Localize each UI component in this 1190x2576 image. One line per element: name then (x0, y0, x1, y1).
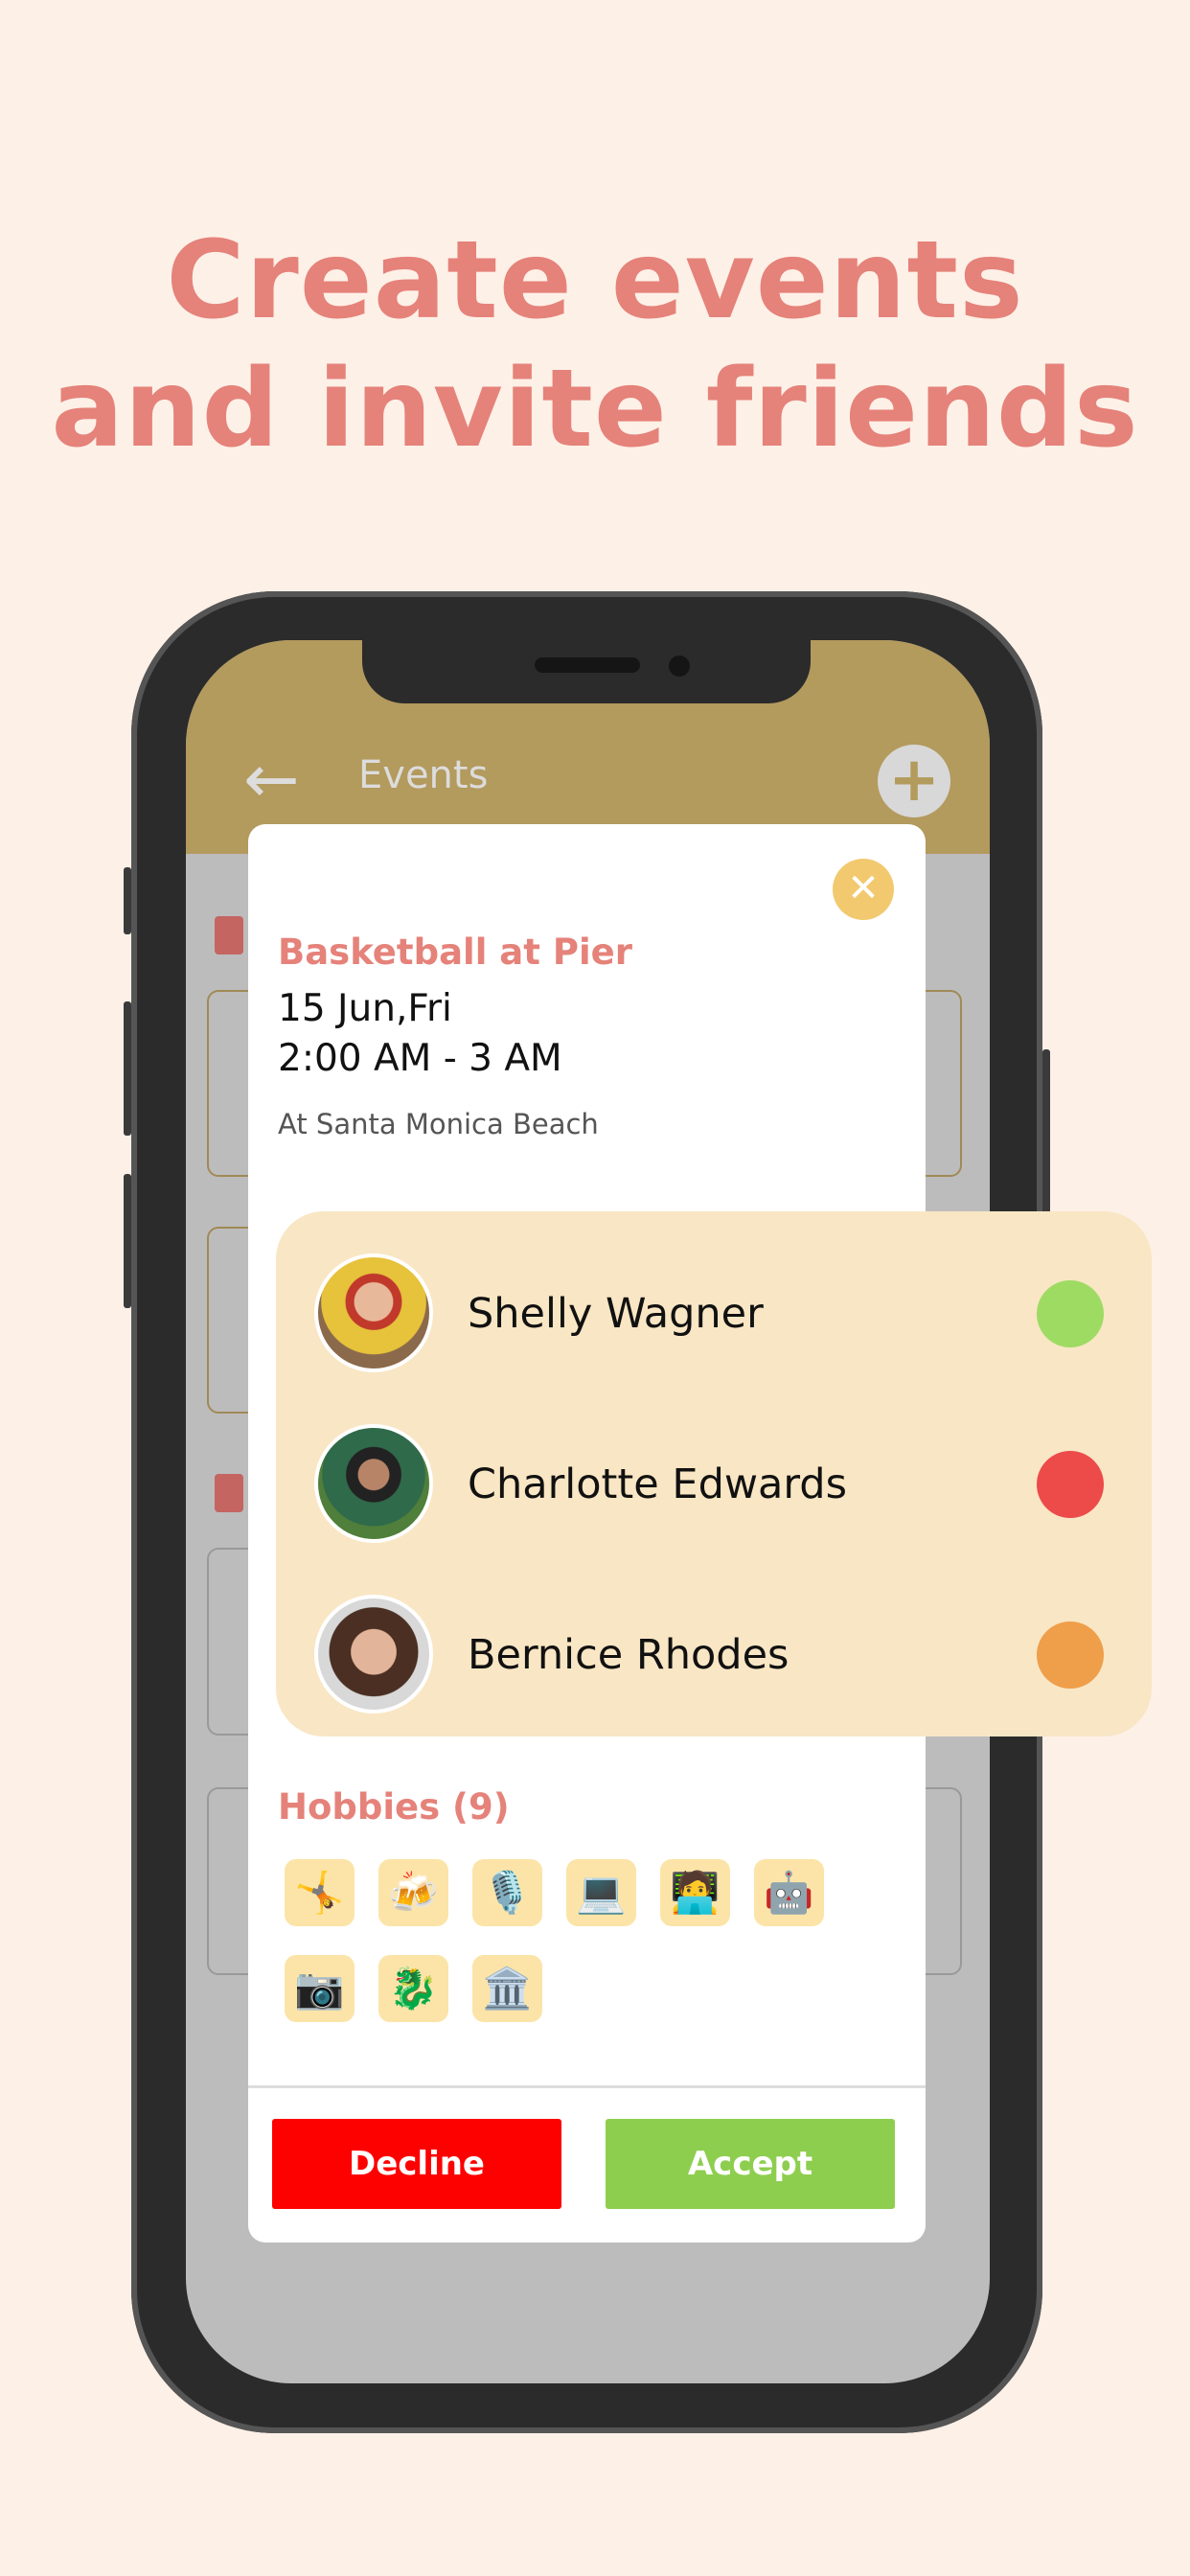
friend-name: Bernice Rhodes (468, 1631, 790, 1679)
hobby-microphone-icon: 🎙️ (472, 1859, 542, 1926)
status-dot (1037, 1451, 1104, 1518)
hobby-cartwheel-icon: 🤸 (285, 1859, 355, 1926)
phone-volume-up (124, 1001, 131, 1136)
event-date: 15 Jun,Fri (278, 987, 452, 1030)
hobbies-title: Hobbies (9) (278, 1786, 510, 1828)
page-title: Events (358, 753, 489, 797)
hobby-technologist-icon: 🧑‍💻 (660, 1859, 730, 1926)
friend-row[interactable]: Shelly Wagner (314, 1254, 1119, 1372)
status-dot (1037, 1280, 1104, 1347)
phone-camera (669, 656, 690, 677)
status-dot (1037, 1622, 1104, 1689)
phone-speaker (535, 657, 640, 673)
headline-line-2: and invite friends (51, 347, 1139, 472)
phone-volume-down (124, 1174, 131, 1308)
avatar (314, 1254, 433, 1372)
friend-row[interactable]: Charlotte Edwards (314, 1424, 1119, 1543)
friend-name: Charlotte Edwards (468, 1460, 848, 1508)
hobby-laptop-icon: 💻 (566, 1859, 636, 1926)
invited-friends-card: Shelly Wagner Charlotte Edwards Bernice … (276, 1211, 1152, 1736)
event-location: At Santa Monica Beach (278, 1108, 599, 1140)
avatar (314, 1424, 433, 1543)
avatar (314, 1595, 433, 1714)
hobbies-grid: 🤸 🍻 🎙️ 💻 🧑‍💻 🤖 📷 🐉 🏛️ (285, 1859, 859, 2022)
headline: Create events and invite friends (0, 217, 1190, 473)
event-time: 2:00 AM - 3 AM (278, 1037, 562, 1080)
hobby-dragon-icon: 🐉 (378, 1955, 448, 2022)
hobby-robot-icon: 🤖 (754, 1859, 824, 1926)
phone-mute-switch (124, 867, 131, 934)
friend-row[interactable]: Bernice Rhodes (314, 1595, 1119, 1714)
friend-name: Shelly Wagner (468, 1290, 764, 1338)
close-icon[interactable]: ✕ (833, 859, 894, 920)
hobby-beer-icon: 🍻 (378, 1859, 448, 1926)
divider (248, 2085, 926, 2088)
accept-button[interactable]: Accept (606, 2119, 895, 2209)
headline-line-1: Create events (166, 218, 1024, 343)
decline-button[interactable]: Decline (272, 2119, 561, 2209)
plus-icon[interactable]: + (878, 745, 950, 817)
hobby-camera-icon: 📷 (285, 1955, 355, 2022)
arrow-left-icon[interactable]: ← (243, 746, 300, 813)
hobby-classical-building-icon: 🏛️ (472, 1955, 542, 2022)
event-title: Basketball at Pier (278, 932, 632, 973)
section-header (215, 916, 243, 954)
section-header (215, 1474, 243, 1512)
